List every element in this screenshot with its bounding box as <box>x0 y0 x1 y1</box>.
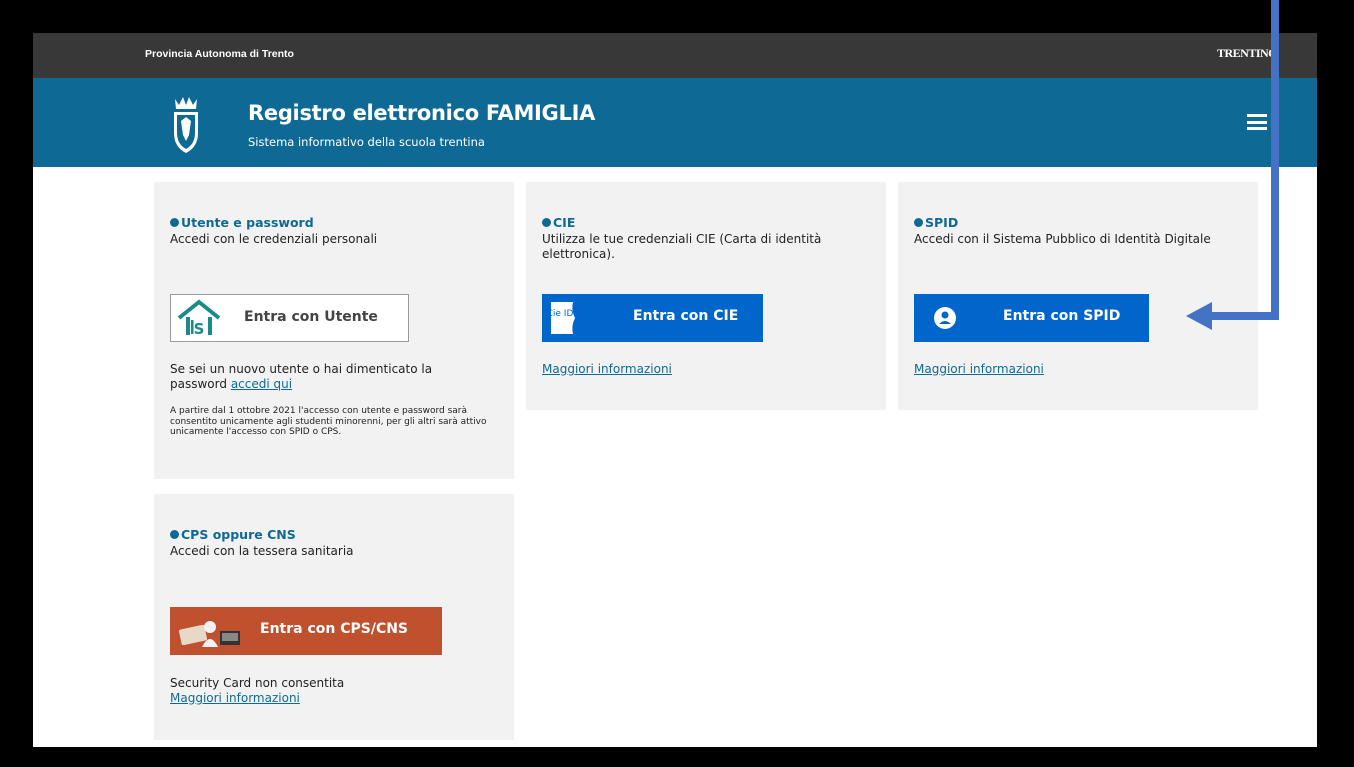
svg-text:Cie ID: Cie ID <box>549 309 573 319</box>
button-label: Entra con CPS/CNS <box>260 621 409 637</box>
cie-id-icon: Cie ID <box>549 302 575 334</box>
maggiori-informazioni-link[interactable]: Maggiori informazioni <box>542 362 672 377</box>
page-title: Registro elettronico FAMIGLIA <box>248 101 596 125</box>
card-description: Accedi con il Sistema Pubblico di Identi… <box>914 232 1211 246</box>
spid-user-icon <box>934 307 956 329</box>
card-description: Accedi con le credenziali personali <box>170 232 378 246</box>
card-description: Utilizza le tue credenziali CIE (Carta d… <box>542 232 822 261</box>
security-card-note: Security Card non consentita <box>170 676 345 690</box>
entra-con-utente-button[interactable]: S Entra con Utente <box>170 294 409 342</box>
card-spid: SPID Accedi con il Sistema Pubblico di I… <box>898 182 1258 410</box>
new-user-note: Se sei un nuovo utente o hai dimenticato… <box>170 362 433 391</box>
button-label: Entra con SPID <box>1003 308 1121 324</box>
card-description: Accedi con la tessera sanitaria <box>170 544 354 558</box>
site-header: Registro elettronico FAMIGLIA Sistema in… <box>33 78 1317 167</box>
card-heading: SPID <box>914 215 958 230</box>
card-heading: CPS oppure CNS <box>170 527 296 542</box>
bullet-icon <box>170 530 179 539</box>
crest-icon[interactable] <box>171 95 201 155</box>
card-cie: CIE Utilizza le tue credenziali CIE (Car… <box>526 182 886 410</box>
house-icon: S <box>177 299 221 338</box>
bullet-icon <box>914 218 923 227</box>
page-subtitle: Sistema informativo della scuola trentin… <box>248 135 485 149</box>
maggiori-informazioni-link[interactable]: Maggiori informazioni <box>914 362 1044 377</box>
button-label: Entra con CIE <box>633 308 739 324</box>
menu-icon[interactable] <box>1247 114 1267 130</box>
card-heading: CIE <box>542 215 575 230</box>
trentino-logo[interactable]: TRENTINO <box>1217 46 1278 61</box>
card-utente-password: Utente e password Accedi con le credenzi… <box>154 182 514 479</box>
access-notice: A partire dal 1 ottobre 2021 l'accesso c… <box>170 406 487 437</box>
button-label: Entra con Utente <box>244 309 378 325</box>
bullet-icon <box>542 218 551 227</box>
svg-text:S: S <box>194 320 205 338</box>
card-cps-cns: CPS oppure CNS Accedi con la tessera san… <box>154 494 514 740</box>
entra-con-cps-cns-button[interactable]: Entra con CPS/CNS <box>170 607 442 655</box>
top-bar: Provincia Autonoma di Trento TRENTINO <box>33 33 1317 78</box>
card-heading: Utente e password <box>170 215 314 230</box>
organization-name: Provincia Autonoma di Trento <box>145 48 294 60</box>
entra-con-cie-button[interactable]: Cie ID Entra con CIE <box>542 294 763 342</box>
entra-con-spid-button[interactable]: Entra con SPID <box>914 294 1149 342</box>
smart-card-reader-icon <box>178 621 240 647</box>
browser-page: Provincia Autonoma di Trento TRENTINO Re… <box>33 33 1317 747</box>
maggiori-informazioni-link[interactable]: Maggiori informazioni <box>170 691 300 706</box>
bullet-icon <box>170 218 179 227</box>
accedi-qui-link[interactable]: accedi qui <box>231 377 292 391</box>
